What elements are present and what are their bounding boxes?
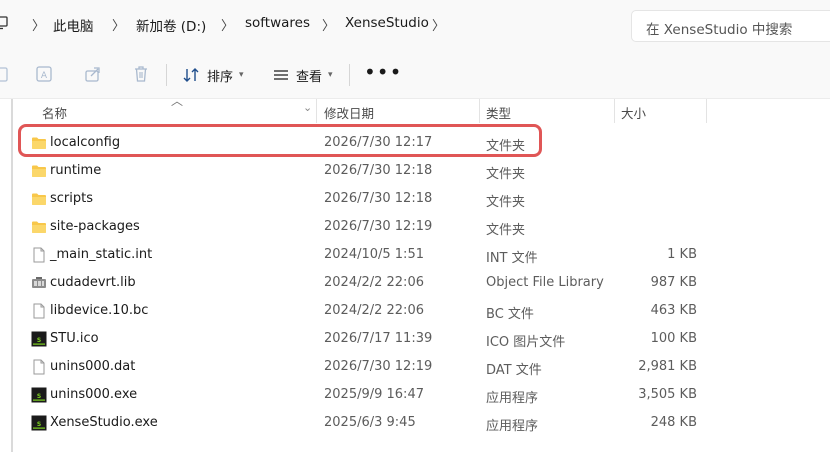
file-name: site-packages	[50, 219, 140, 234]
file-size: 463 KB	[650, 303, 697, 318]
sort-label: 排序	[207, 69, 234, 85]
file-modified: 2026/7/17 11:39	[324, 331, 433, 346]
column-header: ︿ 名称 ⌄ 修改日期 类型 大小	[0, 94, 830, 123]
chevron-down-icon[interactable]: ⌄	[303, 101, 312, 114]
sort-icon	[183, 68, 199, 82]
file-size: 2,981 KB	[638, 359, 697, 374]
svg-text:S: S	[37, 393, 41, 400]
file-name: cudadevrt.lib	[50, 275, 136, 290]
view-label: 查看	[296, 69, 323, 85]
file-modified: 2026/7/30 12:19	[324, 359, 433, 374]
file-modified: 2025/9/9 16:47	[324, 387, 424, 402]
file-row[interactable]: unins000.dat 2026/7/30 12:19 DAT 文件 2,981 K…	[0, 353, 830, 381]
file-modified: 2024/10/5 1:51	[324, 247, 424, 262]
breadcrumb-softwares[interactable]: softwares	[245, 15, 310, 31]
file-type: 应用程序	[486, 419, 539, 434]
file-size: 1 KB	[667, 247, 697, 262]
file-name: unins000.dat	[50, 359, 136, 374]
file-row[interactable]: scripts 2026/7/30 12:18 文件夹	[0, 185, 830, 213]
file-size: 248 KB	[650, 415, 697, 430]
highlight-annotation	[18, 124, 542, 157]
file-modified: 2026/7/30 12:19	[324, 219, 433, 234]
file-name: libdevice.10.bc	[50, 303, 149, 318]
view-button[interactable]: 查看 ▾	[272, 62, 333, 88]
chevron-right-icon[interactable]: 〉	[112, 15, 125, 34]
delete-icon[interactable]	[132, 65, 150, 83]
command-bar: A 排序 ▾ 查看 ▾ •••	[0, 52, 830, 99]
column-name[interactable]: 名称	[42, 103, 67, 122]
file-size: 100 KB	[650, 331, 697, 346]
file-type: BC 文件	[486, 307, 534, 322]
more-options-button[interactable]: •••	[364, 60, 402, 84]
column-size[interactable]: 大小	[621, 103, 646, 122]
file-type: 应用程序	[486, 391, 539, 406]
share-icon[interactable]	[84, 65, 102, 83]
file-name: _main_static.int	[50, 247, 153, 262]
breadcrumb-this-pc[interactable]: 此电脑	[53, 15, 94, 35]
file-size: 3,505 KB	[638, 387, 697, 402]
file-modified: 2024/2/2 22:06	[324, 303, 424, 318]
file-type: DAT 文件	[486, 363, 542, 378]
chevron-down-icon: ▾	[239, 70, 244, 80]
file-row[interactable]: _main_static.int 2024/10/5 1:51 INT 文件 1 KB	[0, 241, 830, 269]
search-placeholder: 在 XenseStudio 中搜索	[646, 22, 793, 38]
address-bar: 〉 此电脑 〉 新加卷 (D:) 〉 softwares 〉 XenseStud…	[0, 0, 830, 52]
paste-icon[interactable]	[0, 65, 10, 83]
toolbar-divider	[349, 64, 350, 86]
file-name: scripts	[50, 191, 93, 206]
chevron-down-icon: ▾	[328, 70, 333, 80]
column-type[interactable]: 类型	[486, 103, 511, 122]
column-divider[interactable]	[706, 99, 707, 123]
sort-ascending-icon: ︿	[171, 94, 184, 108]
column-divider[interactable]	[614, 99, 615, 123]
file-row[interactable]: S XenseStudio.exe 2025/6/3 9:45 应用程序 248 KB	[0, 409, 830, 437]
file-name: STU.ico	[50, 331, 99, 346]
file-type: INT 文件	[486, 251, 538, 266]
column-divider[interactable]	[316, 99, 317, 123]
file-row[interactable]: runtime 2026/7/30 12:18 文件夹	[0, 157, 830, 185]
column-divider[interactable]	[479, 99, 480, 123]
file-name: XenseStudio.exe	[50, 415, 158, 430]
file-modified: 2026/7/30 12:18	[324, 191, 433, 206]
file-row[interactable]: site-packages 2026/7/30 12:19 文件夹	[0, 213, 830, 241]
breadcrumb-xensestudio[interactable]: XenseStudio	[345, 15, 429, 31]
file-type: Object File Library	[486, 275, 604, 290]
file-type: 文件夹	[486, 167, 526, 182]
file-type: 文件夹	[486, 223, 526, 238]
rename-icon[interactable]: A	[35, 65, 53, 83]
file-name: unins000.exe	[50, 387, 138, 402]
file-row[interactable]: Sunins000.exe 2025/9/9 16:47 应用程序 3,505 KB	[0, 381, 830, 409]
computer-icon[interactable]	[0, 16, 8, 30]
svg-text:S: S	[37, 421, 41, 428]
view-icon	[274, 70, 288, 80]
svg-text:S: S	[37, 337, 41, 344]
file-name: runtime	[50, 163, 102, 178]
toolbar-divider	[166, 64, 167, 86]
file-type: ICO 图片文件	[486, 335, 566, 350]
column-modified[interactable]: 修改日期	[324, 103, 374, 122]
file-row[interactable]: S STU.ico 2026/7/17 11:39 ICO 图片文件 100 KB	[0, 325, 830, 353]
sort-button[interactable]: 排序 ▾	[183, 62, 244, 88]
file-modified: 2025/6/3 9:45	[324, 415, 416, 430]
file-row[interactable]: libdevice.10.bc 2024/2/2 22:06 BC 文件 463 KB	[0, 297, 830, 325]
svg-text:A: A	[41, 71, 48, 81]
search-input[interactable]: 在 XenseStudio 中搜索	[631, 10, 830, 42]
file-type: 文件夹	[486, 195, 526, 210]
chevron-right-icon[interactable]: 〉	[221, 15, 234, 34]
file-modified: 2026/7/30 12:18	[324, 163, 433, 178]
file-modified: 2024/2/2 22:06	[324, 275, 424, 290]
chevron-right-icon[interactable]: 〉	[432, 15, 445, 34]
chevron-right-icon[interactable]: 〉	[32, 15, 45, 34]
chevron-right-icon[interactable]: 〉	[322, 15, 335, 34]
breadcrumb-drive-d[interactable]: 新加卷 (D:)	[136, 15, 206, 35]
file-size: 987 KB	[650, 275, 697, 290]
file-row[interactable]: cudadevrt.lib 2024/2/2 22:06 Object File L…	[0, 269, 830, 297]
